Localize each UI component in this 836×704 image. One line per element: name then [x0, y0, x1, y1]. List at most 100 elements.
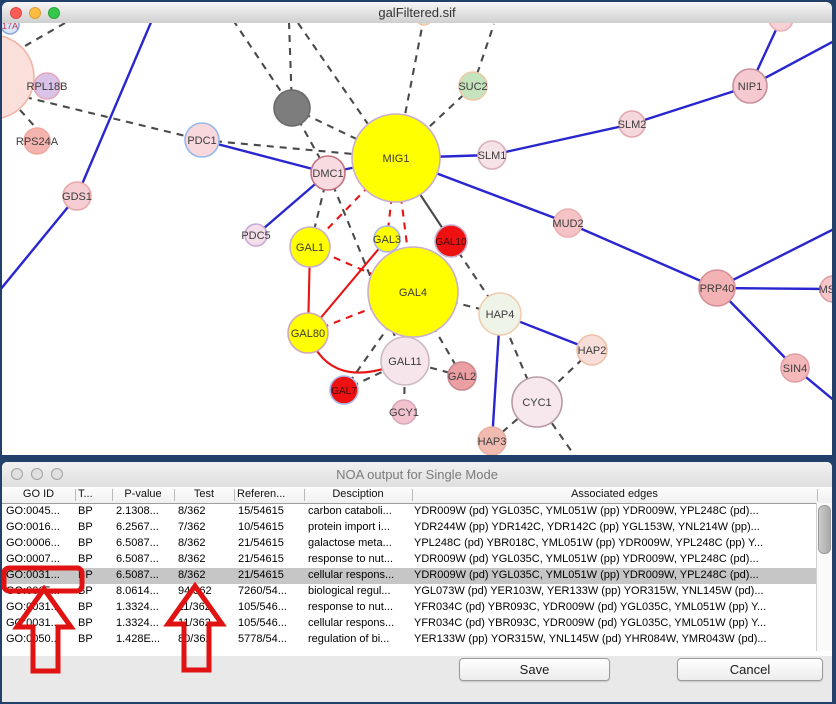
- column-header-go-id[interactable]: GO ID: [2, 488, 75, 500]
- cell-go-id: GO:0007...: [6, 553, 76, 565]
- node-label-GAL10: GAL10: [435, 237, 467, 248]
- node-label-GAL7: GAL7: [331, 386, 357, 397]
- node-label-GAL3: GAL3: [373, 234, 401, 246]
- node-label-PDC5: PDC5: [241, 230, 270, 242]
- vertical-scrollbar[interactable]: [816, 503, 832, 651]
- node-label-DMC1: DMC1: [312, 168, 343, 180]
- node-label-MIG1: MIG1: [383, 153, 410, 165]
- column-separator[interactable]: [174, 489, 175, 501]
- network-graph: 17ARPL18BRPS24AGDS1PDC1DMC1MIG1SUC2SLM1S…: [2, 23, 832, 455]
- column-separator[interactable]: [75, 489, 76, 501]
- scrollbar-thumb[interactable]: [818, 505, 831, 554]
- table-row[interactable]: GO:0031...BP1.3324...11/362105/546...cel…: [2, 616, 832, 632]
- column-header-referen-[interactable]: Referen...: [234, 488, 307, 500]
- cell-reference: 15/54615: [238, 505, 306, 517]
- noa-window-titlebar[interactable]: NOA output for Single Mode: [2, 462, 832, 488]
- cell-p-value: 6.5087...: [116, 553, 176, 565]
- node-label-MUD2: MUD2: [552, 218, 583, 230]
- cell-test: 80/362: [178, 633, 236, 645]
- cell-reference: 7260/54...: [238, 585, 306, 597]
- edge: [20, 110, 37, 129]
- cell-reference: 10/54615: [238, 521, 306, 533]
- node-label-GAL11: GAL11: [388, 356, 421, 368]
- cell-description: regulation of bi...: [308, 633, 412, 645]
- node-gray-node[interactable]: [274, 90, 310, 126]
- screen: galFiltered.sif 17ARPL18BRPS24AGDS1PDC1D…: [0, 0, 836, 704]
- noa-output-window: NOA output for Single Mode GO IDT...P-va…: [2, 462, 832, 702]
- node-label-RPL18B: RPL18B: [27, 81, 68, 93]
- column-header-test[interactable]: Test: [174, 488, 234, 500]
- node-label-HAP2: HAP2: [578, 345, 607, 357]
- cell-description: cellular respons...: [308, 569, 412, 581]
- column-header-desciption[interactable]: Desciption: [304, 488, 412, 500]
- node-green-sliver[interactable]: [416, 23, 432, 25]
- column-header-p-value[interactable]: P-value: [112, 488, 174, 500]
- cell-associated-edges: YGL073W (pd) YER103W, YER133W (pp) YOR31…: [414, 585, 815, 597]
- cell-associated-edges: YDR244W (pp) YDR142C, YDR142C (pp) YGL15…: [414, 521, 815, 533]
- node-label-GDS1: GDS1: [62, 191, 92, 203]
- column-separator[interactable]: [412, 489, 413, 501]
- edge: [25, 97, 202, 140]
- node-big-left[interactable]: [2, 35, 34, 119]
- edge: [632, 86, 750, 124]
- cell-go-id: GO:0016...: [6, 521, 76, 533]
- node-label-GCY1: GCY1: [389, 407, 419, 419]
- table-row[interactable]: GO:0016...BP6.2567...7/36210/54615protei…: [2, 520, 832, 536]
- table-row[interactable]: GO:0006...BP6.5087...8/36221/54615galact…: [2, 536, 832, 552]
- cell-go-id: GO:0065...: [6, 585, 76, 597]
- node-label-MSL1: MSL1: [819, 284, 832, 296]
- cancel-button[interactable]: Cancel: [677, 658, 823, 681]
- node-label-HAP3: HAP3: [478, 436, 507, 448]
- cell-reference: 21/54615: [238, 553, 306, 565]
- results-table: GO IDT...P-valueTestReferen...Desciption…: [2, 487, 832, 657]
- cell-test: 8/362: [178, 505, 236, 517]
- table-row[interactable]: GO:0045...BP2.1308...8/36215/54615carbon…: [2, 504, 832, 520]
- cell-test: 8/362: [178, 553, 236, 565]
- cell-description: biological regul...: [308, 585, 412, 597]
- cell-reference: 5778/54...: [238, 633, 306, 645]
- cell-p-value: 1.428E...: [116, 633, 176, 645]
- column-header-t-[interactable]: T...: [75, 488, 115, 500]
- cell-p-value: 1.3324...: [116, 601, 176, 613]
- network-window-titlebar[interactable]: galFiltered.sif: [2, 2, 832, 24]
- network-window: galFiltered.sif 17ARPL18BRPS24AGDS1PDC1D…: [2, 2, 832, 455]
- cell-go-id: GO:0006...: [6, 537, 76, 549]
- cell-type: BP: [78, 617, 114, 629]
- column-separator[interactable]: [304, 489, 305, 501]
- cell-description: response to nut...: [308, 553, 412, 565]
- cell-description: protein import i...: [308, 521, 412, 533]
- table-row[interactable]: GO:0050...BP1.428E...80/3625778/54...reg…: [2, 632, 832, 648]
- table-row[interactable]: GO:0031...BP6.5087...8/36221/54615cellul…: [2, 568, 832, 584]
- cell-test: 11/362: [178, 601, 236, 613]
- cell-type: BP: [78, 601, 114, 613]
- cell-p-value: 6.2567...: [116, 521, 176, 533]
- network-canvas[interactable]: 17ARPL18BRPS24AGDS1PDC1DMC1MIG1SUC2SLM1S…: [2, 23, 832, 455]
- cell-associated-edges: YFR034C (pd) YBR093C, YDR009W (pd) YGL03…: [414, 617, 815, 629]
- table-row[interactable]: GO:0007...BP6.5087...8/36221/54615respon…: [2, 552, 832, 568]
- cell-reference: 21/54615: [238, 569, 306, 581]
- column-header-associated-edges[interactable]: Associated edges: [412, 488, 817, 500]
- cell-go-id: GO:0031...: [6, 569, 76, 581]
- table-header-row: GO IDT...P-valueTestReferen...Desciption…: [2, 487, 832, 504]
- cell-type: BP: [78, 537, 114, 549]
- node-label-SIN4: SIN4: [783, 363, 807, 375]
- table-row[interactable]: GO:0065...BP8.0614...94/3627260/54...bio…: [2, 584, 832, 600]
- cell-associated-edges: YDR009W (pd) YGL035C, YML051W (pp) YDR00…: [414, 505, 815, 517]
- save-button[interactable]: Save: [459, 658, 610, 681]
- edge: [77, 23, 152, 196]
- column-separator[interactable]: [234, 489, 235, 501]
- column-separator[interactable]: [112, 489, 113, 501]
- column-separator[interactable]: [817, 489, 818, 501]
- cell-test: 7/362: [178, 521, 236, 533]
- cell-test: 8/362: [178, 537, 236, 549]
- cell-test: 8/362: [178, 569, 236, 581]
- cell-description: cellular respons...: [308, 617, 412, 629]
- node-label-PRP40: PRP40: [700, 283, 735, 295]
- table-row[interactable]: GO:0031...BP1.3324...11/362105/546...res…: [2, 600, 832, 616]
- node-pink-top-right[interactable]: [769, 23, 793, 31]
- node-label-SLM1: SLM1: [478, 150, 507, 162]
- node-label-GAL2: GAL2: [448, 371, 476, 383]
- cell-description: galactose meta...: [308, 537, 412, 549]
- node-label-SUC2: SUC2: [458, 81, 487, 93]
- edge: [18, 23, 65, 50]
